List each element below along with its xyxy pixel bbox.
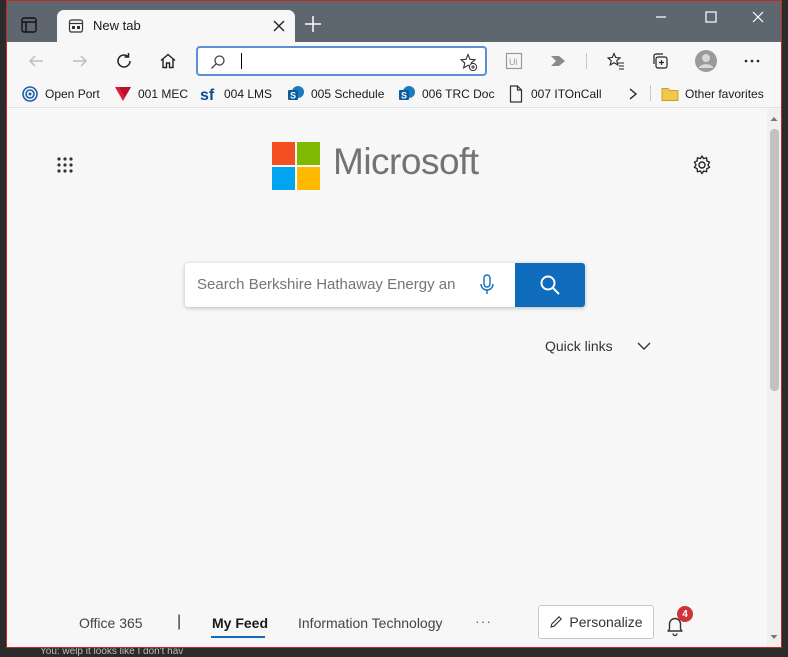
toolbar: Ui	[7, 42, 781, 80]
title-bar: New tab	[7, 1, 781, 43]
microsoft-brand-text: Microsoft	[333, 141, 479, 182]
personalize-button[interactable]: Personalize	[538, 605, 654, 639]
web-search-input[interactable]	[197, 276, 459, 293]
microphone-icon[interactable]	[479, 274, 495, 296]
favorite-open-port[interactable]: Open Port	[21, 84, 100, 104]
favorites-star-list-icon[interactable]	[603, 49, 629, 73]
favorites-divider	[650, 85, 651, 101]
page-icon	[507, 85, 525, 103]
favorite-label: 001 MEC	[138, 87, 189, 101]
profile-avatar-icon[interactable]	[693, 49, 719, 73]
mec-icon	[114, 85, 132, 103]
feed-bar: Office 365 | My Feed Information Technol…	[7, 599, 767, 647]
favorite-label: 006 TRC Doc	[422, 87, 495, 101]
feed-divider: |	[177, 613, 182, 630]
more-menu-icon[interactable]	[739, 49, 765, 73]
tab-office-365[interactable]: Office 365	[79, 615, 143, 631]
pencil-icon	[550, 616, 563, 628]
favorite-label: Other favorites	[685, 87, 764, 101]
active-tab-indicator	[211, 636, 265, 638]
feed-more-button[interactable]: ···	[475, 613, 492, 629]
address-text[interactable]	[241, 53, 242, 69]
close-window-icon[interactable]	[745, 7, 771, 27]
favorites-overflow-chevron-icon[interactable]	[627, 84, 639, 104]
svg-text:sf: sf	[200, 87, 215, 103]
tab-my-feed[interactable]: My Feed	[212, 615, 268, 631]
scroll-up-arrow-icon[interactable]	[767, 113, 781, 125]
sharepoint-icon: S	[287, 85, 305, 103]
web-search-box	[185, 263, 585, 307]
extension-arrow-icon[interactable]	[545, 49, 571, 73]
app-launcher-grid-icon[interactable]	[55, 155, 75, 175]
tab-actions-icon[interactable]	[19, 15, 39, 35]
scrollbar-thumb[interactable]	[770, 129, 779, 391]
chevron-down-icon	[637, 338, 651, 354]
home-icon[interactable]	[155, 49, 181, 73]
vertical-scrollbar[interactable]	[767, 109, 781, 647]
favorite-004-lms[interactable]: sf 004 LMS	[200, 84, 272, 104]
new-tab-page-icon	[68, 18, 84, 34]
favorite-label: Open Port	[45, 87, 100, 101]
maximize-icon[interactable]	[698, 7, 724, 27]
minimize-icon[interactable]	[648, 7, 674, 27]
search-icon	[210, 54, 226, 75]
address-bar[interactable]	[196, 46, 487, 76]
tab-information-technology[interactable]: Information Technology	[298, 615, 443, 631]
forward-arrow-icon[interactable]	[67, 49, 93, 73]
scroll-down-arrow-icon[interactable]	[767, 631, 781, 643]
salesforce-sf-icon: sf	[200, 85, 218, 103]
tab-new-tab[interactable]: New tab	[57, 10, 295, 43]
page-settings-gear-icon[interactable]	[691, 154, 713, 176]
refresh-icon[interactable]	[111, 49, 137, 73]
folder-icon	[661, 85, 679, 103]
toolbar-divider	[586, 53, 587, 69]
favorite-001-mec[interactable]: 001 MEC	[114, 84, 188, 104]
personalize-label: Personalize	[569, 614, 643, 630]
collections-icon[interactable]	[647, 49, 673, 73]
tab-title: New tab	[93, 18, 141, 33]
favorite-label: 004 LMS	[224, 87, 273, 101]
favorite-007-itoncall[interactable]: 007 ITOnCall	[507, 84, 601, 104]
new-tab-page: Microsoft Quick links Office 365 |	[7, 109, 767, 647]
svg-text:S: S	[290, 91, 296, 101]
notification-count-badge: 4	[677, 606, 693, 622]
new-tab-plus-icon[interactable]	[303, 14, 323, 34]
open-port-icon	[21, 85, 39, 103]
search-icon	[540, 275, 560, 295]
browser-window: New tab Ui Open Port 001 MEC sf 004 LMS …	[6, 0, 782, 648]
add-favorite-star-icon[interactable]	[459, 53, 478, 76]
favorite-label: 005 Schedule	[311, 87, 385, 101]
favorites-bar: Open Port 001 MEC sf 004 LMS S 005 Sched…	[7, 80, 781, 108]
favorite-005-schedule[interactable]: S 005 Schedule	[287, 84, 384, 104]
quick-links-toggle[interactable]: Quick links	[545, 338, 651, 354]
microsoft-logo-icon	[272, 142, 320, 190]
quick-links-label: Quick links	[545, 338, 613, 354]
svg-text:S: S	[401, 91, 407, 101]
search-submit-button[interactable]	[515, 263, 585, 307]
sharepoint-icon: S	[398, 85, 416, 103]
uipath-extension-icon[interactable]: Ui	[501, 49, 527, 73]
svg-text:Ui: Ui	[509, 57, 518, 67]
close-tab-icon[interactable]	[270, 17, 288, 35]
back-arrow-icon[interactable]	[23, 49, 49, 73]
favorite-006-trc-doc[interactable]: S 006 TRC Doc	[398, 84, 494, 104]
favorite-other-favorites[interactable]: Other favorites	[661, 84, 764, 104]
favorite-label: 007 ITOnCall	[531, 87, 602, 101]
